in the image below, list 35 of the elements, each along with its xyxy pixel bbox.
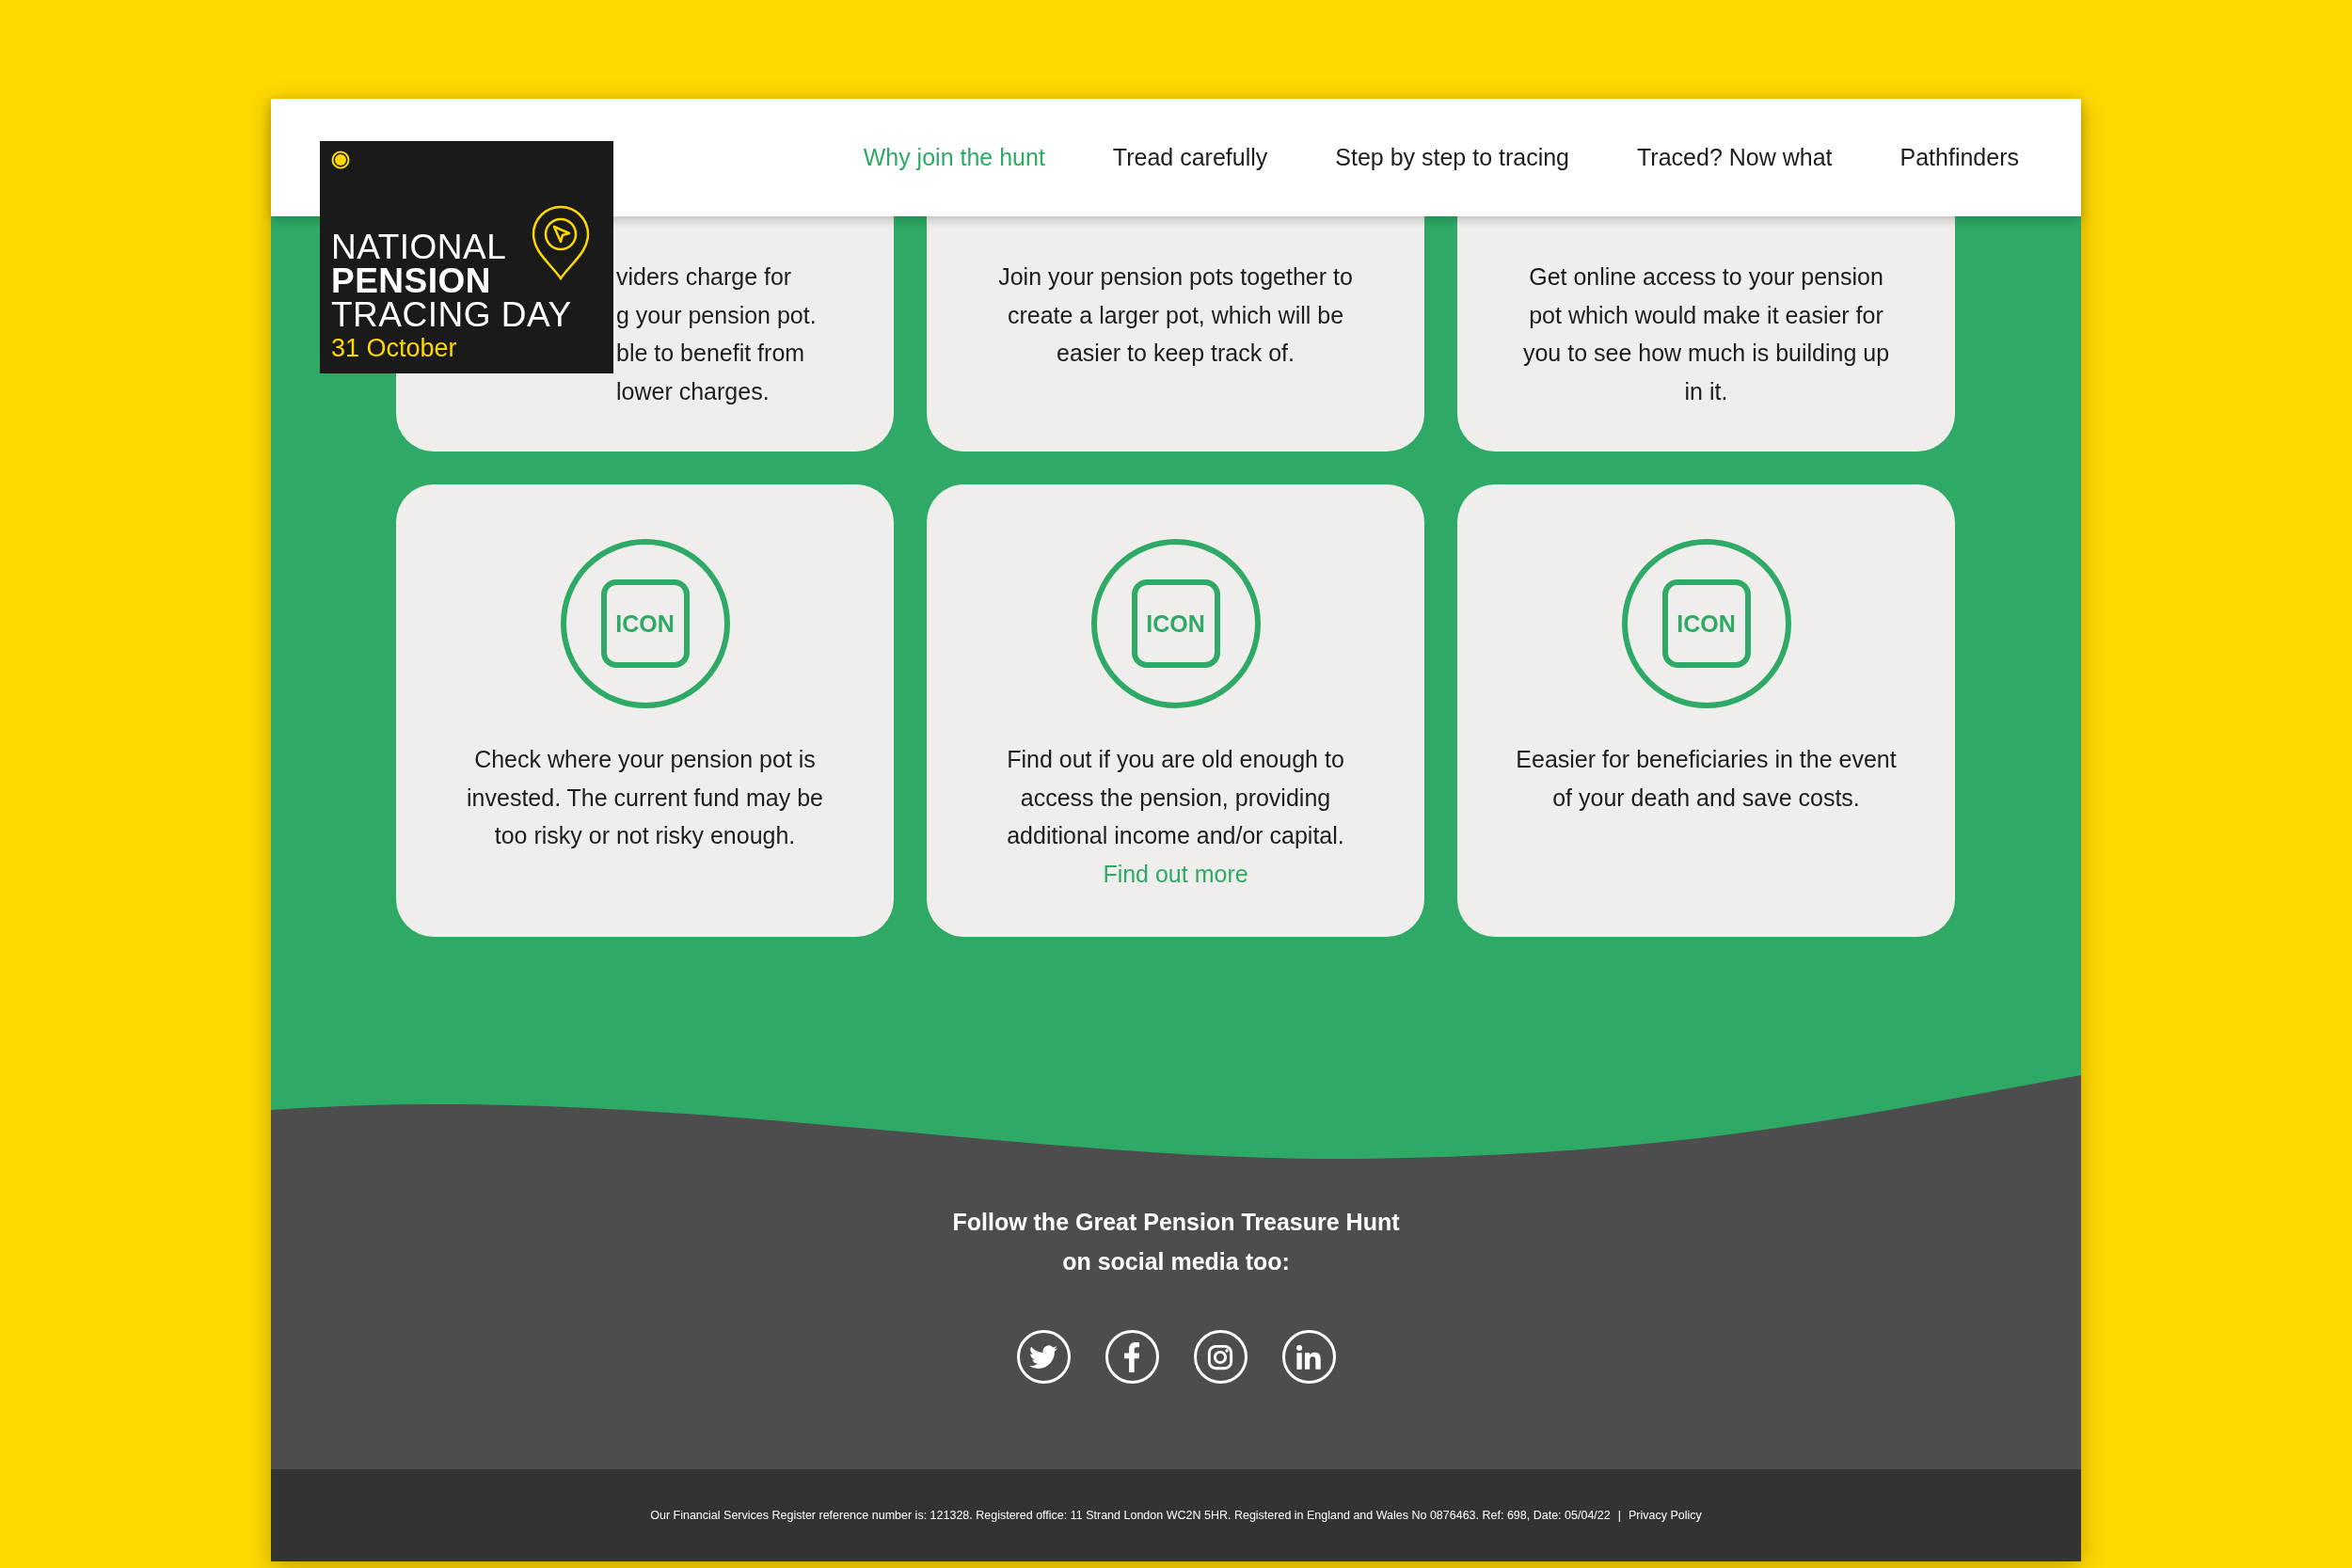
linkedin-icon — [1295, 1343, 1322, 1370]
nav-link[interactable]: Step by step to tracing — [1335, 144, 1570, 171]
card-text-line: lower charges. — [616, 376, 771, 406]
logo-title: NATIONAL — [331, 230, 508, 264]
location-pin-icon — [532, 205, 590, 280]
icon-label: ICON — [615, 610, 675, 638]
nav-link[interactable]: Traced? Now what — [1637, 144, 1833, 171]
nav-link[interactable]: Pathfinders — [1899, 144, 2019, 171]
icon-label: ICON — [1146, 610, 1205, 638]
logo[interactable]: NATIONAL PENSION TRACING DAY 31 October — [320, 141, 613, 373]
privacy-policy-link[interactable]: Privacy Policy — [1628, 1509, 1702, 1522]
social-link[interactable] — [1193, 1330, 1248, 1384]
logo-title: PENSION — [331, 264, 493, 298]
dot-icon — [331, 150, 350, 169]
icon-label: ICON — [1677, 610, 1736, 638]
card-text-line: viders charge for — [616, 262, 793, 292]
social-link[interactable] — [1281, 1330, 1336, 1384]
twitter-icon — [1029, 1344, 1057, 1370]
card-text: Find out if you are old enough to access the pension, providing additional income and/or capital. Find out more — [1006, 745, 1345, 889]
logo-title: TRACING DAY — [331, 298, 572, 332]
card-text-line: g your pension pot. — [616, 300, 818, 330]
nav-link[interactable]: Tread carefully — [1112, 144, 1268, 171]
legal-text: Our Financial Services Register reference number is: 121328. Registered office: 11 Strand London WC2N 5HR. Registered in England and Wales No 0876463. Ref: 698, Date: 05/04/22 — [650, 1509, 1611, 1522]
social-link[interactable] — [1104, 1330, 1159, 1384]
card-text: Join your pension pots together to create a larger pot, which will be easier to keep track of. — [997, 262, 1354, 368]
social-heading: Follow the Great Pension Treasure Hunt on social media too: — [951, 1208, 1401, 1276]
facebook-icon — [1124, 1341, 1139, 1372]
card-text-line: ble to benefit from — [616, 339, 806, 368]
logo-date: 31 October — [331, 334, 457, 363]
separator: | — [1617, 1509, 1621, 1522]
card-text: Get online access to your pension pot which would make it easier for you to see how much is building up in it. — [1521, 262, 1891, 406]
card-text: Eeasier for beneficiaries in the event of your death and save costs. — [1515, 745, 1898, 813]
social-link[interactable] — [1016, 1330, 1071, 1384]
card-text: Check where your pension pot is invested. The current fund may be too risky or not risky enough. — [466, 745, 824, 850]
instagram-icon — [1207, 1343, 1233, 1370]
